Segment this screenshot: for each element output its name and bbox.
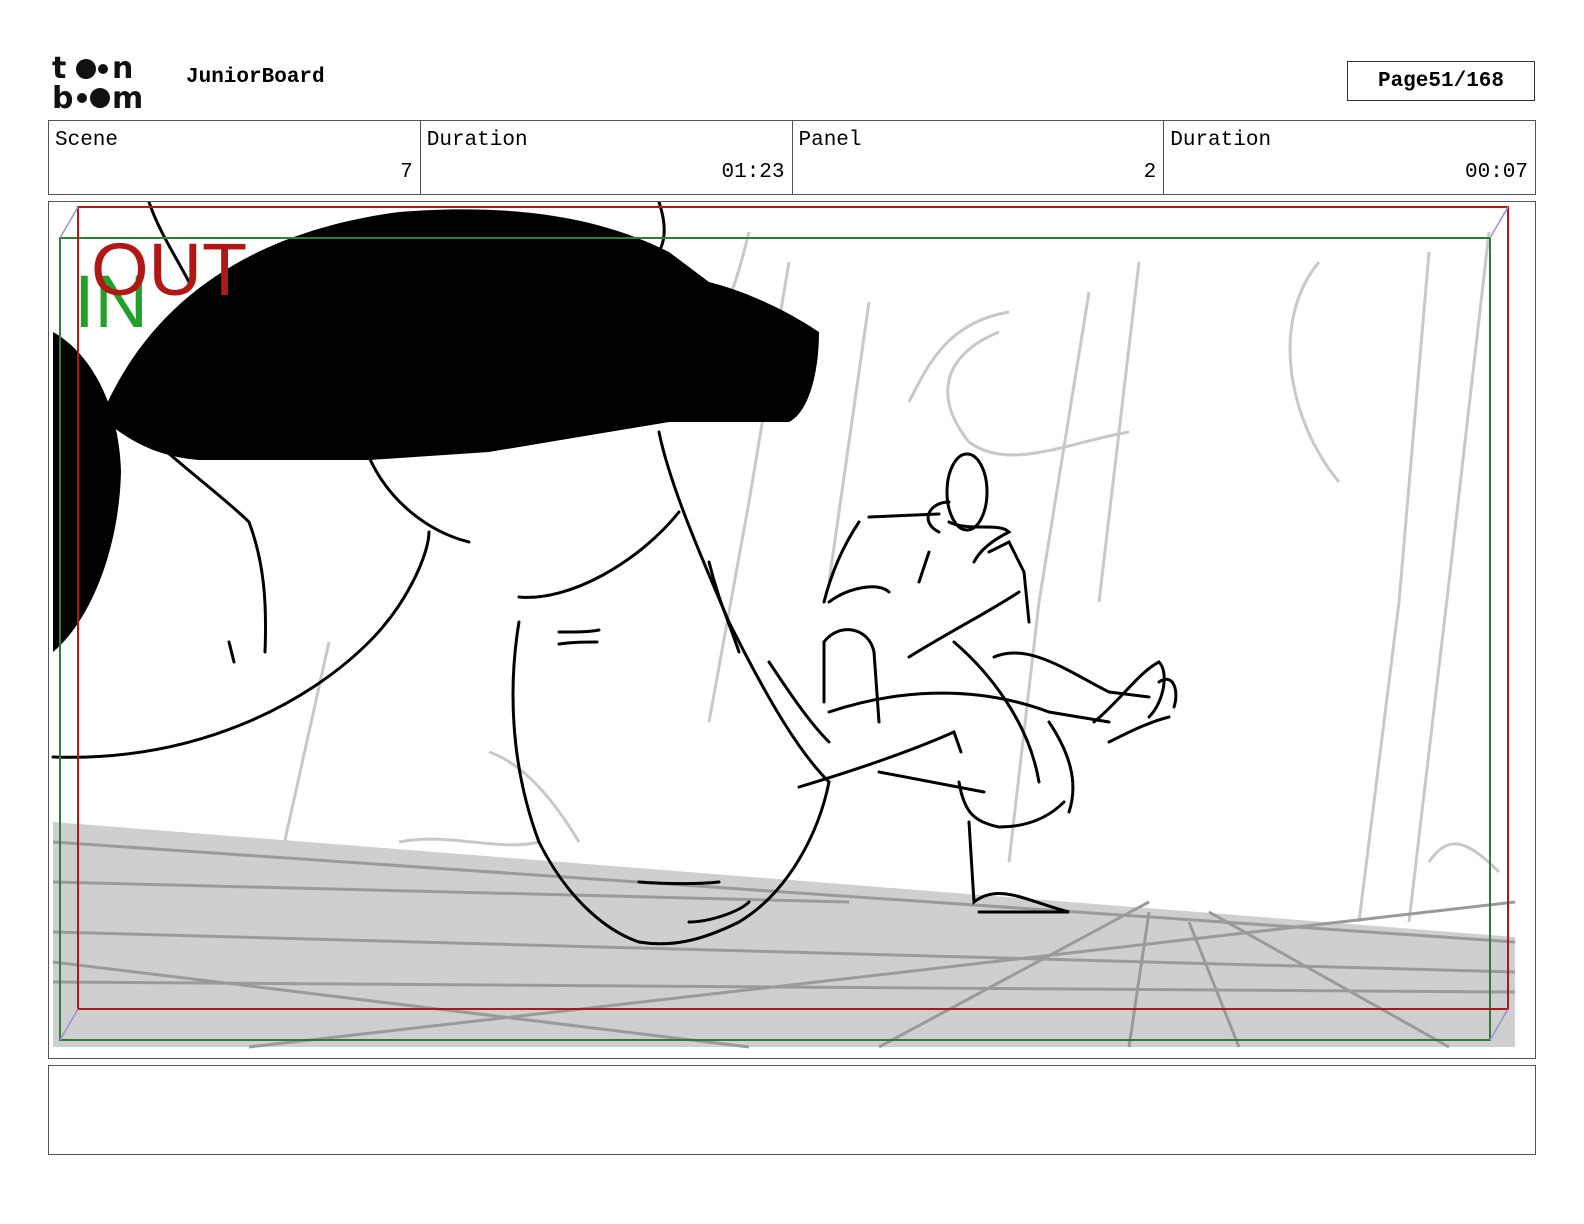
panel-value: 2 — [1143, 161, 1157, 184]
storyboard-panel: IN OUT — [48, 201, 1536, 1059]
scene-duration-value: 01:23 — [721, 161, 785, 184]
svg-text:m: m — [112, 81, 143, 112]
page-indicator: Page 51/168 — [1347, 61, 1535, 101]
panel-notes-box[interactable] — [48, 1065, 1536, 1155]
scene-duration-label: Duration — [426, 129, 528, 152]
panel-label: Panel — [798, 129, 862, 152]
panel-info-bar: Scene 7 Duration 01:23 Panel 2 Duration … — [48, 120, 1536, 195]
svg-text:b: b — [52, 81, 73, 112]
panel-cell: Panel 2 — [793, 121, 1165, 194]
panel-sketch: IN OUT — [51, 202, 1516, 1049]
page-number: 51/168 — [1428, 69, 1505, 93]
panel-duration-label: Duration — [1170, 129, 1272, 152]
scene-cell: Scene 7 — [49, 121, 421, 194]
panel-duration-value: 00:07 — [1464, 161, 1528, 184]
toonboom-logo: t n b m — [52, 51, 143, 112]
scene-value: 7 — [400, 161, 413, 184]
scene-duration-cell: Duration 01:23 — [421, 121, 793, 194]
app-title: JuniorBoard — [186, 66, 325, 89]
out-marker: OUT — [91, 228, 247, 311]
page-label: Page — [1377, 69, 1429, 93]
scene-label: Scene — [55, 129, 119, 152]
hair-shape — [53, 332, 121, 652]
panel-duration-cell: Duration 00:07 — [1164, 121, 1535, 194]
